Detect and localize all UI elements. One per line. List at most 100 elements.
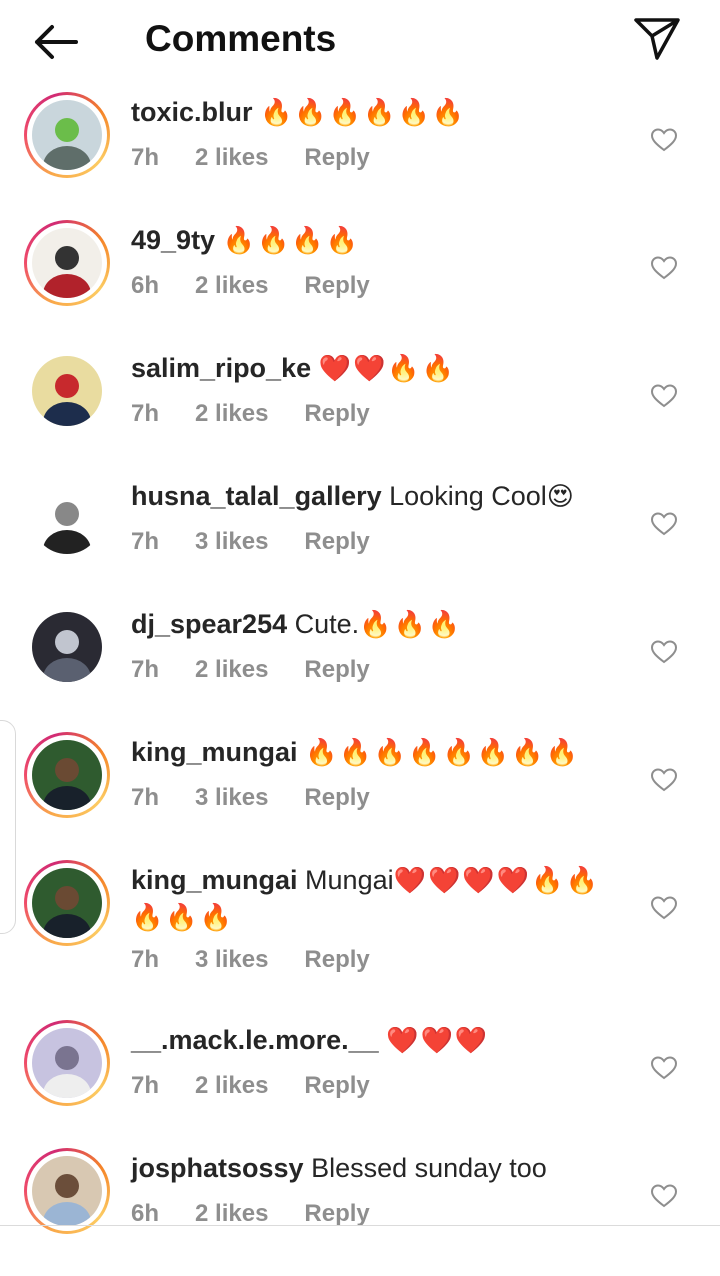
likes-count[interactable]: 3 likes — [195, 528, 268, 556]
arrow-left-icon — [35, 25, 78, 59]
comment-username[interactable]: husna_talal_gallery — [131, 481, 382, 511]
emoji-text: ❤️❤️❤️ — [386, 1026, 490, 1056]
comment-row: king_mungai Mungai❤️❤️❤️❤️🔥🔥 🔥🔥🔥 7h 3 likes… — [0, 860, 720, 1020]
comment-meta: 6h 2 likes Reply — [131, 272, 406, 300]
back-button[interactable] — [28, 18, 84, 66]
avatar-photo — [32, 740, 102, 810]
avatar[interactable] — [24, 1020, 110, 1106]
reply-button[interactable]: Reply — [304, 1200, 369, 1228]
comment-meta: 7h 2 likes Reply — [131, 656, 406, 684]
comment-row: king_mungai 🔥🔥🔥🔥🔥🔥🔥🔥 7h 3 likes Reply — [0, 732, 720, 860]
likes-count[interactable]: 2 likes — [195, 400, 268, 428]
comment-text: king_mungai 🔥🔥🔥🔥🔥🔥🔥🔥 — [131, 734, 611, 771]
comment-username[interactable]: king_mungai — [131, 737, 298, 767]
like-button[interactable] — [650, 126, 678, 154]
avatar-photo — [32, 100, 102, 170]
avatar[interactable] — [24, 1148, 110, 1234]
like-button[interactable] — [650, 638, 678, 666]
avatar[interactable] — [24, 92, 110, 178]
reply-button[interactable]: Reply — [304, 784, 369, 812]
share-button[interactable] — [632, 14, 682, 64]
comment-username[interactable]: salim_ripo_ke — [131, 353, 311, 383]
heart-outline-icon — [650, 1056, 678, 1080]
like-button[interactable] — [650, 1054, 678, 1082]
comment-time: 7h — [131, 946, 160, 973]
avatar[interactable] — [24, 732, 110, 818]
comment-row: josphatsossy Blessed sunday too 6h 2 likes… — [0, 1148, 720, 1276]
comment-username[interactable]: king_mungai — [131, 865, 298, 895]
comment-text: __.mack.le.more.__ ❤️❤️❤️ — [131, 1022, 611, 1059]
comment-meta: 7h 3 likes Reply — [131, 784, 406, 812]
emoji-text: 🔥🔥🔥🔥🔥🔥 — [260, 98, 467, 128]
like-button[interactable] — [650, 766, 678, 794]
heart-outline-icon — [650, 896, 678, 920]
reply-button[interactable]: Reply — [304, 1072, 369, 1100]
avatar[interactable] — [24, 604, 110, 690]
avatar[interactable] — [24, 476, 110, 562]
reply-button[interactable]: Reply — [304, 400, 369, 428]
comment-time: 7h — [131, 784, 160, 811]
comment-time: 7h — [131, 1072, 160, 1099]
comment-body: Cute. — [294, 609, 360, 639]
emoji-text: 🔥🔥🔥 — [131, 903, 235, 933]
comment-meta: 7h 2 likes Reply — [131, 1072, 406, 1100]
page-title: Comments — [145, 18, 337, 59]
divider — [0, 1225, 720, 1226]
emoji-text: 🔥🔥🔥🔥 — [222, 226, 361, 256]
like-button[interactable] — [650, 894, 678, 922]
reply-button[interactable]: Reply — [304, 272, 369, 300]
comment-meta: 6h 2 likes Reply — [131, 1200, 406, 1228]
likes-count[interactable]: 3 likes — [195, 946, 268, 974]
likes-count[interactable]: 2 likes — [195, 1200, 268, 1228]
comment-username[interactable]: 49_9ty — [131, 225, 215, 255]
likes-count[interactable]: 2 likes — [195, 1072, 268, 1100]
reply-button[interactable]: Reply — [304, 144, 369, 172]
comment-body: Looking Cool — [389, 481, 547, 511]
emoji-text: 🔥🔥🔥 — [359, 610, 463, 640]
avatar-ring — [27, 95, 107, 175]
comment-username[interactable]: josphatsossy — [131, 1153, 304, 1183]
heart-outline-icon — [650, 768, 678, 792]
emoji-text: ❤️❤️❤️❤️🔥🔥 — [393, 866, 600, 896]
comment-username[interactable]: dj_spear254 — [131, 609, 287, 639]
likes-count[interactable]: 2 likes — [195, 656, 268, 684]
like-button[interactable] — [650, 254, 678, 282]
comment-row: 49_9ty 🔥🔥🔥🔥 6h 2 likes Reply — [0, 220, 720, 348]
comment-meta: 7h 2 likes Reply — [131, 144, 406, 172]
comment-row: toxic.blur 🔥🔥🔥🔥🔥🔥 7h 2 likes Reply — [0, 92, 720, 220]
avatar-photo — [32, 612, 102, 682]
likes-count[interactable]: 2 likes — [195, 144, 268, 172]
comment-text: josphatsossy Blessed sunday too — [131, 1150, 611, 1186]
heart-outline-icon — [650, 256, 678, 280]
like-button[interactable] — [650, 1182, 678, 1210]
like-button[interactable] — [650, 382, 678, 410]
comment-time: 7h — [131, 144, 160, 171]
heart-outline-icon — [650, 640, 678, 664]
reply-button[interactable]: Reply — [304, 946, 369, 974]
emoji-text: 🔥🔥🔥🔥🔥🔥🔥🔥 — [305, 738, 581, 768]
reply-button[interactable]: Reply — [304, 528, 369, 556]
heart-outline-icon — [650, 512, 678, 536]
comment-meta: 7h 2 likes Reply — [131, 400, 406, 428]
comment-row: salim_ripo_ke ❤️❤️🔥🔥 7h 2 likes Reply — [0, 348, 720, 476]
avatar[interactable] — [24, 348, 110, 434]
avatar-photo — [32, 228, 102, 298]
avatar-photo — [32, 484, 102, 554]
comment-text: husna_talal_gallery Looking Cool😍 — [131, 478, 611, 515]
like-button[interactable] — [650, 510, 678, 538]
comment-text: 49_9ty 🔥🔥🔥🔥 — [131, 222, 611, 259]
avatar-ring — [27, 1023, 107, 1103]
comment-row: __.mack.le.more.__ ❤️❤️❤️ 7h 2 likes Reply — [0, 1020, 720, 1148]
comment-username[interactable]: toxic.blur — [131, 97, 253, 127]
avatar[interactable] — [24, 860, 110, 946]
comment-username[interactable]: __.mack.le.more.__ — [131, 1025, 379, 1055]
likes-count[interactable]: 2 likes — [195, 272, 268, 300]
avatar[interactable] — [24, 220, 110, 306]
likes-count[interactable]: 3 likes — [195, 784, 268, 812]
reply-button[interactable]: Reply — [304, 656, 369, 684]
avatar-ring — [27, 1151, 107, 1231]
comment-text: salim_ripo_ke ❤️❤️🔥🔥 — [131, 350, 611, 387]
comment-row: husna_talal_gallery Looking Cool😍 7h 3 lik… — [0, 476, 720, 604]
heart-outline-icon — [650, 384, 678, 408]
comment-text: dj_spear254 Cute.🔥🔥🔥 — [131, 606, 611, 643]
